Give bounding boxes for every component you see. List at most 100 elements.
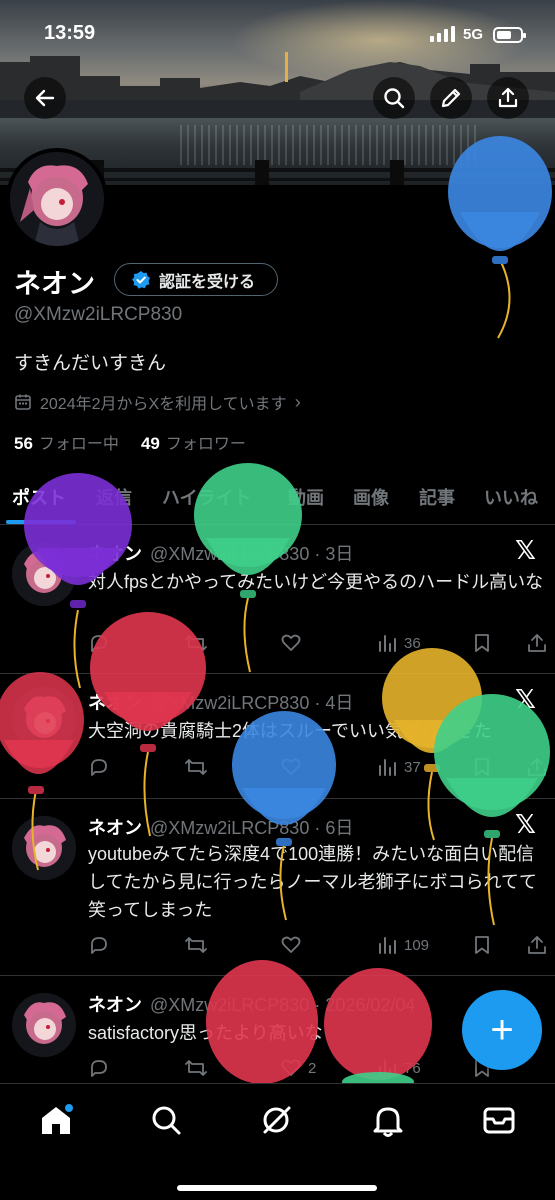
like-button[interactable]: [280, 934, 302, 956]
bookmark-button[interactable]: [472, 756, 492, 778]
post-author-name: ネオン: [88, 995, 142, 1015]
followers-label[interactable]: フォロワー: [166, 430, 246, 454]
heart-icon: [281, 936, 301, 953]
signal-icon: [430, 26, 455, 42]
repost-icon: [185, 759, 207, 775]
share-icon: [528, 634, 546, 652]
chevron-right-icon: ›: [294, 391, 301, 412]
views-icon: [379, 635, 396, 652]
views-button[interactable]: 76: [376, 1057, 421, 1079]
share-icon: [528, 758, 546, 776]
post-avatar[interactable]: [12, 542, 76, 606]
post-item[interactable]: ネオン @XMzw2iLRCP830 · 6日 𝕏 youtubeみてたら深度4で…: [0, 800, 555, 976]
profile-tabs: ポスト 返信 ハイライト 動画 画像 記事 いいね: [0, 480, 555, 525]
repost-button[interactable]: [184, 934, 208, 956]
x-logo-icon: 𝕏: [515, 536, 536, 566]
views-button[interactable]: 36: [376, 632, 421, 654]
post-text: 大空洞の貴腐騎士2体はスルーでいい気がしてきた: [88, 721, 492, 741]
status-bar: 13:59 5G: [0, 18, 555, 52]
home-indicator: [177, 1185, 377, 1191]
profile-handle: @XMzw2iLRCP830: [14, 304, 183, 325]
like-button[interactable]: [280, 632, 302, 654]
post-item[interactable]: ネオン @XMzw2iLRCP830 · 3日 𝕏 対人fpsとかやってみたいけど…: [0, 526, 555, 674]
views-icon: [379, 1060, 396, 1077]
search-icon: [384, 88, 405, 109]
post-author-name: ネオン: [88, 693, 142, 713]
post-actions: 36: [88, 632, 548, 656]
repost-button[interactable]: [184, 1057, 208, 1079]
views-count: 36: [404, 634, 421, 652]
share-post-button[interactable]: [526, 632, 548, 654]
tab-replies[interactable]: 返信: [96, 484, 132, 510]
repost-button[interactable]: [184, 756, 208, 778]
reply-button[interactable]: [88, 632, 110, 654]
post-avatar[interactable]: [12, 993, 76, 1057]
heart-icon: [281, 758, 301, 775]
nav-notifications[interactable]: [368, 1100, 408, 1140]
bookmark-button[interactable]: [472, 632, 492, 654]
get-verified-button[interactable]: 認証を受ける: [114, 263, 278, 296]
edit-button[interactable]: [430, 77, 472, 119]
following-label[interactable]: フォロー中: [39, 430, 119, 454]
avatar-image: [10, 152, 104, 246]
tab-likes[interactable]: いいね: [484, 484, 538, 510]
search-button[interactable]: [373, 77, 415, 119]
views-button[interactable]: 37: [376, 756, 421, 778]
share-post-button[interactable]: [526, 934, 548, 956]
tab-images[interactable]: 画像: [353, 484, 389, 510]
city-skyline-photo: [0, 52, 555, 122]
post-author-name: ネオン: [88, 818, 142, 838]
tab-posts[interactable]: ポスト: [12, 484, 66, 510]
like-button[interactable]: 2: [280, 1057, 316, 1079]
bookmark-icon: [475, 758, 489, 776]
nav-search[interactable]: [146, 1100, 186, 1140]
post-actions: 37: [88, 756, 548, 780]
views-button[interactable]: 109: [376, 934, 429, 956]
joined-text: 2024年2月からXを利用しています: [40, 396, 287, 413]
nav-grok[interactable]: [257, 1100, 297, 1140]
repost-icon: [185, 635, 207, 651]
post-avatar[interactable]: [12, 816, 76, 880]
tab-articles[interactable]: 記事: [419, 484, 455, 510]
joined-date[interactable]: 2024年2月からXを利用しています ›: [14, 390, 301, 414]
post-avatar[interactable]: [12, 687, 76, 751]
following-count[interactable]: 56: [14, 434, 33, 454]
reply-button[interactable]: [88, 934, 110, 956]
followers-count[interactable]: 49: [141, 434, 160, 454]
share-post-button[interactable]: [526, 756, 548, 778]
post-item[interactable]: ネオン @XMzw2iLRCP830 · 4日 𝕏 大空洞の貴腐騎士2体はスルーで…: [0, 675, 555, 799]
bookmark-icon: [475, 634, 489, 652]
profile-avatar[interactable]: [6, 148, 108, 250]
post-author-handle: @XMzw2iLRCP830: [150, 818, 310, 838]
back-button[interactable]: [24, 77, 66, 119]
compose-post-button[interactable]: +: [462, 990, 542, 1070]
post-text: 対人fpsとかやってみたいけど今更やるのハードル高いな: [88, 572, 544, 592]
share-button[interactable]: [487, 77, 529, 119]
post-author-name: ネオン: [88, 544, 142, 564]
post-header: ネオン @XMzw2iLRCP830 · 2026/02/04: [88, 995, 416, 1015]
nav-home[interactable]: [36, 1100, 76, 1140]
views-icon: [379, 937, 396, 954]
nav-messages[interactable]: [479, 1100, 519, 1140]
follow-stats: 56 フォロー中 49 フォロワー: [14, 430, 268, 454]
share-icon: [528, 936, 546, 954]
tab-videos[interactable]: 動画: [288, 484, 324, 510]
post-author-handle: @XMzw2iLRCP830: [150, 544, 310, 564]
reply-button[interactable]: [88, 1057, 110, 1079]
heart-icon: [281, 634, 301, 651]
reply-button[interactable]: [88, 756, 110, 778]
like-button[interactable]: [280, 756, 302, 778]
repost-icon: [185, 1060, 207, 1076]
reply-icon: [91, 1060, 107, 1077]
post-date: 4日: [325, 693, 354, 713]
reply-icon: [91, 759, 107, 776]
bookmark-button[interactable]: [472, 934, 492, 956]
x-logo-icon: 𝕏: [515, 810, 536, 840]
tab-highlights[interactable]: ハイライト: [162, 484, 252, 510]
calendar-icon: [15, 394, 31, 410]
grok-icon: [263, 1106, 291, 1134]
active-tab-indicator: [6, 520, 76, 524]
battery-icon: [493, 27, 526, 43]
status-time: 13:59: [44, 22, 96, 44]
repost-button[interactable]: [184, 632, 208, 654]
